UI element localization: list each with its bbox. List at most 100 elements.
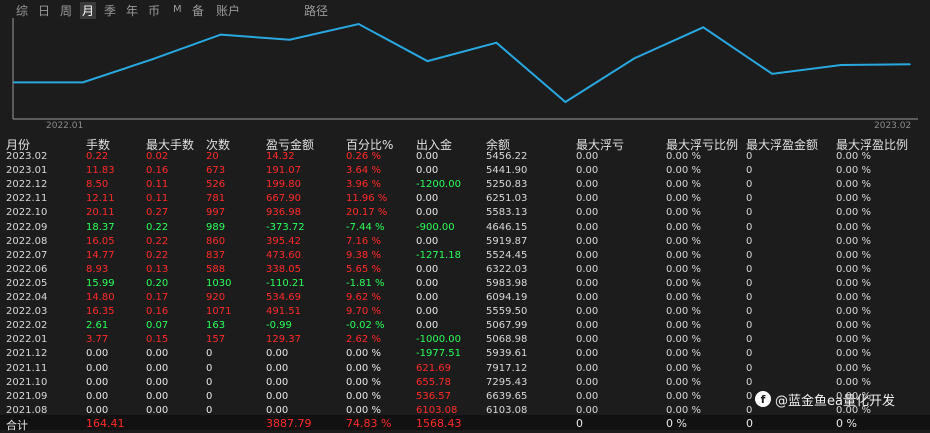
cell-count: 1071 <box>206 306 232 318</box>
cell-month: 2022.04 <box>6 292 48 303</box>
table-row[interactable]: 2022.04 14.80 0.17 920 534.69 9.62 % 0.00 6094.… <box>0 291 930 305</box>
cell-mdd: 0.00 <box>576 320 599 332</box>
cell-mdd-pct: 0.00 % <box>666 207 701 219</box>
cell-pct: 3.64 % <box>346 165 381 177</box>
balance-series-line <box>13 22 911 104</box>
table-row[interactable]: 2022.12 8.50 0.11 526 199.80 3.96 % -1200.00 52… <box>0 178 930 192</box>
cell-mfe: 0 <box>746 151 753 162</box>
cell-mdd-pct: 0.00 % <box>666 277 701 289</box>
cell-bal: 5456.22 <box>486 151 528 162</box>
tab-day[interactable]: 日 <box>38 2 50 19</box>
cell-mfe: 0 <box>746 334 753 346</box>
cell-count: 0 <box>206 376 213 388</box>
cell-count: 837 <box>206 249 226 261</box>
table-row[interactable]: 2022.06 8.93 0.13 588 338.05 5.65 % 0.00 6322.0… <box>0 263 930 277</box>
cell-pnl: 395.42 <box>266 235 301 247</box>
table-row[interactable]: 2022.09 18.37 0.22 989 -373.72 -7.44 % -900.00… <box>0 221 930 235</box>
cell-month: 2021.11 <box>6 362 48 374</box>
tab-account[interactable]: 账户 <box>216 2 240 19</box>
cell-mdd-pct: 0.00 % <box>666 334 701 346</box>
table-row[interactable]: 2022.08 16.05 0.22 860 395.42 7.16 % 0.00 5919.… <box>0 235 930 249</box>
table-row[interactable]: 2022.05 15.99 0.20 1030 -110.21 -1.81 % 0.00 59… <box>0 277 930 291</box>
table-row[interactable]: 2022.11 12.11 0.11 781 667.90 11.96 % 0.00 6251… <box>0 192 930 206</box>
cell-lots: 15.99 <box>86 277 115 289</box>
tab-note[interactable]: 备 <box>192 2 204 19</box>
cell-count: 989 <box>206 221 226 233</box>
cell-pct: 11.96 % <box>346 193 388 205</box>
table-row[interactable]: 2023.01 11.83 0.16 673 191.07 3.64 % 0.00 5441.… <box>0 164 930 178</box>
cell-count: 860 <box>206 235 226 247</box>
tab-comprehensive[interactable]: 综 <box>16 2 28 19</box>
cell-max-lots: 0.07 <box>146 320 169 332</box>
cell-bal: 5559.50 <box>486 306 528 318</box>
cell-mdd-pct: 0.00 % <box>666 320 701 332</box>
watermark-text: @蓝金鱼ea量化开发 <box>775 393 895 409</box>
table-row[interactable]: 2022.01 3.77 0.15 157 129.37 2.62 % -1000.00 50… <box>0 333 930 347</box>
table-row[interactable]: 2022.10 20.11 0.27 997 936.98 20.17 % 0.00 5583… <box>0 206 930 220</box>
tab-quarter[interactable]: 季 <box>104 2 116 19</box>
tab-m[interactable]: M <box>173 4 182 15</box>
cell-flow: 0.00 <box>416 207 439 219</box>
cell-month: 2022.08 <box>6 235 48 247</box>
cell-mfe: 0 <box>746 376 753 388</box>
total-max-profit-pct: 0 % <box>836 417 857 430</box>
cell-pnl: 14.32 <box>266 151 295 162</box>
cell-mfe-pct: 0.00 % <box>836 151 871 162</box>
cell-flow: 0.00 <box>416 193 439 205</box>
cell-lots: 3.77 <box>86 334 109 346</box>
cell-flow: 0.00 <box>416 151 439 162</box>
cell-pct: 9.62 % <box>346 292 381 303</box>
cell-mfe: 0 <box>746 207 753 219</box>
cell-mfe-pct: 0.00 % <box>836 334 871 346</box>
tab-path[interactable]: 路径 <box>304 2 328 19</box>
cell-count: 781 <box>206 193 226 205</box>
cell-bal: 5067.99 <box>486 320 528 332</box>
cell-bal: 6322.03 <box>486 263 528 275</box>
table-row[interactable]: 2022.02 2.61 0.07 163 -0.99 -0.02 % 0.00 5067.9… <box>0 319 930 333</box>
table-row[interactable]: 2021.11 0.00 0.00 0 0.00 0.00 % 621.69 7917.12 0… <box>0 362 930 376</box>
cell-pnl: 0.00 <box>266 348 289 360</box>
data-point-2022.09 <box>564 101 567 103</box>
table-row[interactable]: 2022.07 14.77 0.22 837 473.60 9.38 % -1271.18 5… <box>0 249 930 263</box>
cell-lots: 8.50 <box>86 179 109 191</box>
cell-pct: -7.44 % <box>346 221 385 233</box>
cell-lots: 0.00 <box>86 376 109 388</box>
cell-max-lots: 0.15 <box>146 334 169 346</box>
cell-mfe-pct: 0.00 % <box>836 320 871 332</box>
cell-month: 2022.10 <box>6 207 48 219</box>
cell-count: 673 <box>206 165 226 177</box>
tab-week[interactable]: 周 <box>60 2 72 19</box>
cell-flow: -1200.00 <box>416 179 461 191</box>
cell-flow: 0.00 <box>416 306 439 318</box>
cell-month: 2022.06 <box>6 263 48 275</box>
x-axis-start-label: 2022.01 <box>46 121 84 131</box>
cell-bal: 5983.98 <box>486 277 528 289</box>
cell-mdd-pct: 0.00 % <box>666 193 701 205</box>
cell-pnl: -0.99 <box>266 320 292 332</box>
cell-lots: 14.77 <box>86 249 115 261</box>
cell-mdd: 0.00 <box>576 390 599 402</box>
table-row[interactable]: 2023.02 0.22 0.02 20 14.32 0.26 % 0.00 5456.22 0… <box>0 150 930 164</box>
table-row[interactable]: 2021.12 0.00 0.00 0 0.00 0.00 % -1977.51 5939.6… <box>0 347 930 361</box>
cell-mfe-pct: 0.00 % <box>836 362 871 374</box>
cell-mfe-pct: 0.00 % <box>836 277 871 289</box>
cell-bal: 4646.15 <box>486 221 528 233</box>
tab-month[interactable]: 月 <box>80 2 97 19</box>
table-row[interactable]: 2022.03 16.35 0.16 1071 491.51 9.70 % 0.00 5559… <box>0 305 930 319</box>
data-point-2023.02 <box>909 63 911 66</box>
cell-pnl: 338.05 <box>266 263 301 275</box>
tab-year[interactable]: 年 <box>126 2 138 19</box>
cell-flow: -1271.18 <box>416 249 461 261</box>
data-point-2022.01 <box>13 81 15 84</box>
cell-flow: 0.00 <box>416 292 439 303</box>
tab-currency[interactable]: 币 <box>148 2 160 19</box>
cell-mdd-pct: 0.00 % <box>666 348 701 360</box>
cell-mdd: 0.00 <box>576 376 599 388</box>
cell-lots: 11.83 <box>86 165 115 177</box>
cell-lots: 20.11 <box>86 207 115 219</box>
cell-flow: 0.00 <box>416 165 439 177</box>
cell-pct: 0.00 % <box>346 348 381 360</box>
cell-lots: 14.80 <box>86 292 115 303</box>
cell-bal: 5524.45 <box>486 249 528 261</box>
cell-pnl: 667.90 <box>266 193 301 205</box>
